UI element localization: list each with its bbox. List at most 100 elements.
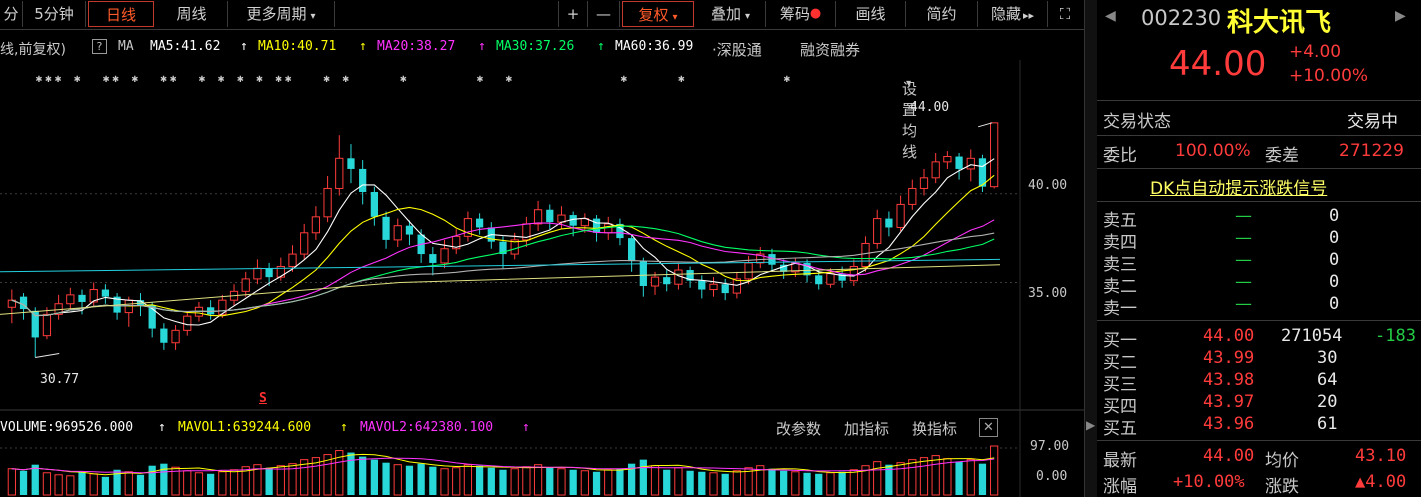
volume-bar	[990, 445, 999, 496]
quote-panel: ◀ 002230 科大讯飞 ▶ 44.00 +4.00 +10.00% 交易状态…	[1097, 0, 1421, 497]
volume-bar	[663, 469, 671, 495]
add-indicator-button[interactable]: 加指标	[844, 418, 889, 439]
chip-distribution-button[interactable]: 筹码●	[766, 1, 836, 27]
ma30-value: MA30:37.26	[496, 39, 575, 54]
bid-label: 买五	[1103, 419, 1137, 439]
candle-body	[405, 225, 414, 235]
ma5-arrow-icon: ↑	[240, 39, 248, 54]
avg-value: 43.10	[1355, 446, 1407, 466]
candle-body	[265, 268, 273, 278]
volume-bar	[908, 459, 917, 496]
draw-line-button[interactable]: 画线	[836, 1, 906, 27]
volume-bar	[207, 473, 215, 495]
volume-bar	[31, 464, 39, 495]
volume-bar	[803, 472, 811, 495]
event-marker-icon: ✱	[237, 72, 244, 85]
simple-mode-button[interactable]: 简约	[906, 1, 978, 27]
candle-body	[393, 225, 402, 241]
event-marker-icon: ✱	[400, 72, 407, 85]
event-marker-icon: ✱	[621, 72, 628, 85]
y-tick-40: 40.00	[1028, 178, 1068, 193]
bid-volume: 64	[1317, 370, 1338, 390]
margin-trading-link[interactable]: 融资融券	[800, 39, 860, 60]
wc-value: 271229	[1339, 141, 1404, 161]
zoom-in-button[interactable]: +	[558, 1, 588, 27]
latest-value: 44.00	[1203, 446, 1255, 466]
bid-price: 43.97	[1203, 392, 1255, 412]
chip-distribution-label: 筹码	[779, 5, 810, 23]
next-stock-icon[interactable]: ▶	[1395, 8, 1406, 24]
candle-body	[31, 310, 39, 338]
volume-bar	[440, 468, 449, 496]
status-value: 交易中	[1347, 112, 1398, 132]
hide-panel-label: 隐藏	[990, 5, 1021, 23]
high-price-label: 44.00	[910, 100, 950, 115]
candle-body	[475, 218, 484, 228]
hide-panel-button[interactable]: 隐藏 ▸▸	[978, 1, 1048, 27]
ma10-arrow-icon: ↑	[359, 39, 367, 54]
mavol2-arrow-icon: ↑	[522, 420, 530, 435]
period-weekly-button[interactable]: 周线	[156, 1, 228, 27]
candle-body	[382, 216, 390, 240]
volume-bar	[359, 456, 367, 495]
notification-dot-icon: ●	[809, 6, 822, 21]
current-price: 44.00	[1169, 44, 1267, 84]
divider	[1097, 168, 1421, 169]
overlay-label: 叠加	[710, 5, 741, 23]
hk-connect-link[interactable]: ·深股通	[712, 39, 762, 60]
event-marker-icon: ✱	[784, 72, 791, 85]
volume-bar	[546, 467, 554, 495]
adjust-price-label: 复权	[638, 6, 669, 24]
price-change: +4.00	[1289, 42, 1342, 62]
candle-body	[288, 253, 297, 267]
divider	[1097, 135, 1421, 136]
volume-bar	[54, 474, 63, 496]
prev-stock-icon[interactable]: ◀	[1105, 8, 1116, 24]
period-5min-button[interactable]: 5分钟	[23, 1, 86, 27]
panel-splitter[interactable]: ▶	[1084, 0, 1098, 497]
volume-bar	[463, 464, 473, 496]
event-marker-icon: ✱	[505, 72, 512, 85]
candle-body	[966, 157, 975, 170]
event-marker-icon: ✱	[678, 72, 685, 85]
event-marker-icon: ✱	[103, 72, 110, 85]
volume-bar	[873, 461, 882, 496]
close-icon[interactable]: ✕	[979, 418, 998, 437]
ask-price: —	[1235, 250, 1252, 270]
swap-indicator-button[interactable]: 换指标	[912, 418, 957, 439]
adjust-price-dropdown[interactable]: 复权 ▾	[622, 1, 694, 27]
more-periods-dropdown[interactable]: 更多周期 ▾	[228, 1, 335, 27]
volume-bar	[160, 463, 168, 495]
signal-link[interactable]: DK点自动提示涨跌信号	[1150, 174, 1327, 199]
candle-body	[253, 267, 262, 280]
help-icon[interactable]: ?	[92, 39, 107, 54]
event-marker-icon: ✱	[160, 72, 167, 85]
candle-body	[943, 156, 952, 163]
volume-bar	[698, 471, 706, 495]
volume-bar	[101, 476, 110, 495]
ma60-value: MA60:36.99	[615, 39, 694, 54]
event-marker-icon: ✱	[285, 72, 292, 85]
candle-body	[955, 156, 963, 169]
overlay-dropdown[interactable]: 叠加 ▾	[696, 1, 766, 27]
collapse-arrow-icon[interactable]: ▶	[1086, 418, 1095, 432]
fullscreen-icon[interactable]: ⛶	[1048, 1, 1082, 27]
period-daily-button[interactable]: 日线	[88, 1, 154, 27]
double-arrow-icon: ▸▸	[1022, 9, 1035, 22]
volume-bar	[475, 465, 484, 495]
bid-price: 43.96	[1203, 414, 1255, 434]
bid-volume: 20	[1317, 392, 1338, 412]
volume-bar	[265, 467, 273, 495]
volume-bar	[148, 465, 156, 495]
ma20-value: MA20:38.27	[377, 39, 456, 54]
ask-volume: 0	[1329, 206, 1340, 226]
period-minute-partial[interactable]: 分	[0, 1, 23, 27]
vol-tick-bottom: 0.00	[1036, 469, 1068, 484]
event-marker-icon: ✱	[55, 72, 62, 85]
zoom-out-button[interactable]: —	[588, 1, 620, 27]
candle-body	[650, 276, 660, 287]
ma10-value: MA10:40.71	[258, 39, 337, 54]
candle-body	[311, 216, 321, 234]
edit-params-button[interactable]: 改参数	[776, 418, 821, 439]
volume-bar	[616, 468, 624, 495]
